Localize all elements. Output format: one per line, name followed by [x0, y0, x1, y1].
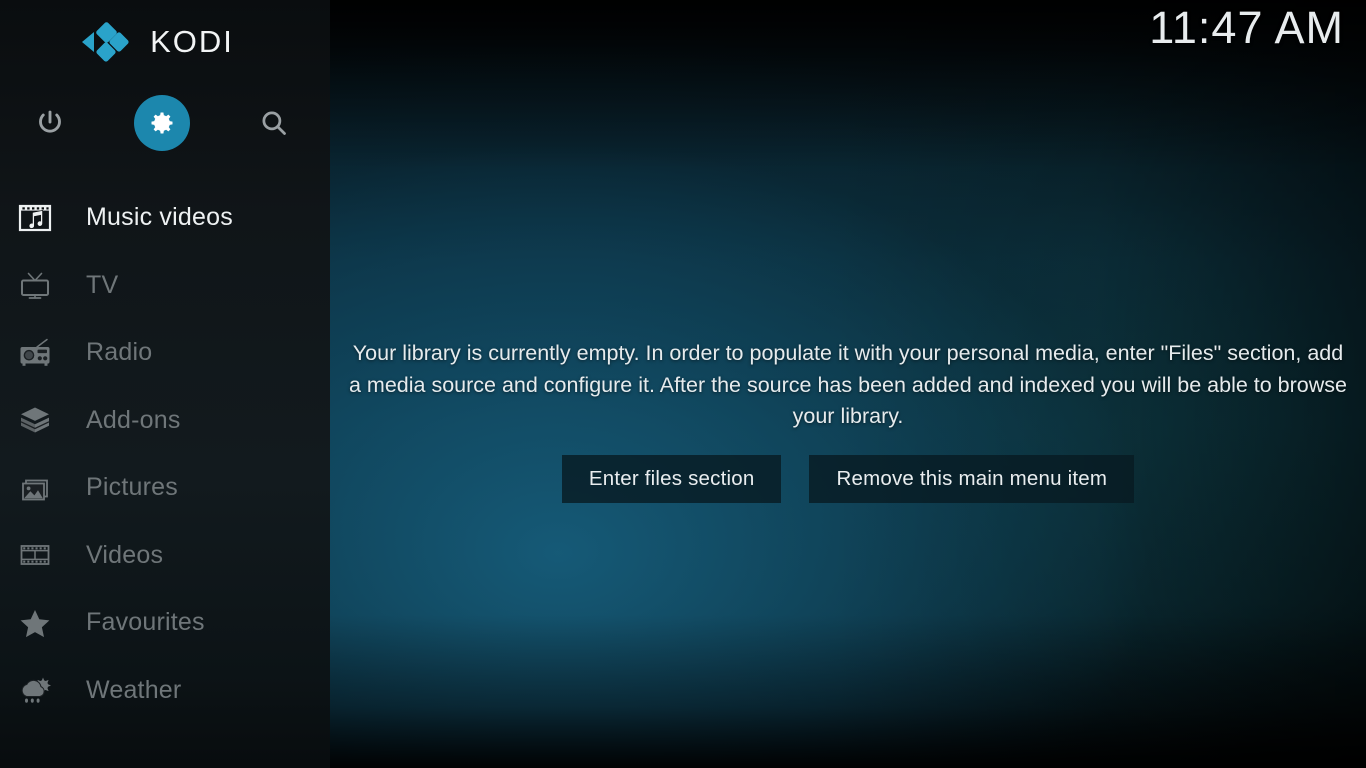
- power-icon: [35, 108, 65, 138]
- picture-icon: [12, 467, 58, 509]
- sidebar-item-label: Pictures: [86, 473, 178, 502]
- sidebar-item-label: TV: [86, 270, 119, 299]
- empty-library-panel: Your library is currently empty. In orde…: [330, 338, 1366, 503]
- sidebar-item-music-videos[interactable]: Music videos: [0, 184, 330, 252]
- kodi-logo-icon: [80, 20, 132, 64]
- empty-library-message: Your library is currently empty. In orde…: [348, 341, 1347, 428]
- empty-library-actions: Enter files section Remove this main men…: [330, 454, 1366, 503]
- sidebar-item-label: Weather: [86, 675, 182, 704]
- sidebar-item-label: Radio: [86, 338, 153, 367]
- sidebar-item-favourites[interactable]: Favourites: [0, 589, 330, 657]
- sidebar: KODI Music videos TV Radio Add-ons Pictu…: [0, 0, 330, 768]
- enter-files-section-button[interactable]: Enter files section: [561, 454, 782, 503]
- gear-icon: [148, 109, 176, 137]
- main-menu: Music videos TV Radio Add-ons Pictures V…: [0, 184, 330, 724]
- search-button[interactable]: [246, 95, 302, 151]
- radio-icon: [12, 332, 58, 374]
- remove-main-menu-item-button[interactable]: Remove this main menu item: [809, 454, 1135, 503]
- kodi-home-screen: KODI Music videos TV Radio Add-ons Pictu…: [0, 0, 1366, 768]
- settings-button[interactable]: [134, 95, 190, 151]
- star-icon: [12, 602, 58, 644]
- tv-icon: [12, 264, 58, 306]
- clock: 11:47 AM: [1149, 2, 1344, 53]
- sidebar-item-label: Favourites: [86, 608, 205, 637]
- music-video-icon: [12, 197, 58, 239]
- sidebar-item-label: Add-ons: [86, 405, 181, 434]
- sidebar-item-radio[interactable]: Radio: [0, 319, 330, 387]
- power-button[interactable]: [22, 95, 78, 151]
- weather-icon: [12, 669, 58, 711]
- search-icon: [259, 108, 289, 138]
- sidebar-item-weather[interactable]: Weather: [0, 657, 330, 725]
- sidebar-item-label: Music videos: [86, 203, 233, 232]
- sidebar-item-videos[interactable]: Videos: [0, 522, 330, 590]
- quick-action-bar: [0, 84, 330, 162]
- addons-box-icon: [12, 399, 58, 441]
- app-logo: KODI: [0, 0, 330, 84]
- content-area: 11:47 AM Your library is currently empty…: [330, 0, 1366, 768]
- sidebar-item-label: Videos: [86, 540, 164, 569]
- app-name: KODI: [150, 24, 234, 59]
- sidebar-item-pictures[interactable]: Pictures: [0, 454, 330, 522]
- sidebar-item-tv[interactable]: TV: [0, 252, 330, 320]
- sidebar-item-add-ons[interactable]: Add-ons: [0, 387, 330, 455]
- filmstrip-icon: [12, 534, 58, 576]
